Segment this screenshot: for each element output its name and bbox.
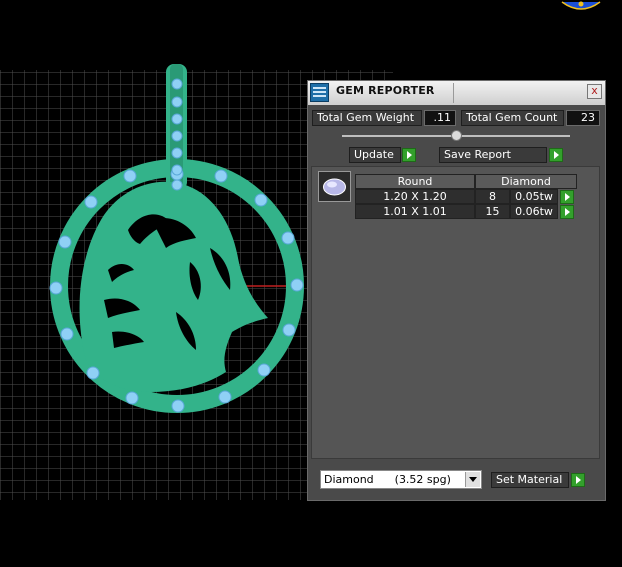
material-select[interactable]: Diamond (3.52 spg) [320, 470, 482, 489]
title-separator [453, 83, 454, 103]
gem-reporter-icon [310, 83, 329, 102]
gem-list: Round Diamond 1.20 X 1.20 8 0.05tw 1.01 … [311, 166, 600, 459]
set-material-button[interactable]: Set Material [491, 472, 569, 488]
row1-size: 1.20 X 1.20 [355, 189, 475, 204]
material-selected-value: Diamond (3.52 spg) [324, 473, 451, 486]
title-bar[interactable]: GEM REPORTER x [308, 81, 605, 105]
update-button[interactable]: Update [349, 147, 401, 163]
gem-thumbnail-icon[interactable] [318, 171, 351, 202]
gem-reporter-panel: GEM REPORTER x Total Gem Weight .11 Tota… [307, 80, 606, 501]
slider-knob[interactable] [450, 130, 462, 141]
total-gem-weight-label: Total Gem Weight [312, 110, 422, 126]
row2-weight: 0.06tw [510, 204, 558, 219]
row2-count: 15 [475, 204, 510, 219]
row1-count: 8 [475, 189, 510, 204]
total-gem-weight-value: .11 [424, 110, 456, 126]
row1-weight: 0.05tw [510, 189, 558, 204]
header-material: Diamond [475, 174, 577, 189]
row2-arrow-right-icon[interactable] [560, 205, 574, 219]
set-material-arrow-right-icon[interactable] [571, 473, 585, 487]
panel-title: GEM REPORTER [336, 84, 435, 97]
save-report-arrow-right-icon[interactable] [549, 148, 563, 162]
row2-size: 1.01 X 1.01 [355, 204, 475, 219]
row1-arrow-right-icon[interactable] [560, 190, 574, 204]
update-arrow-right-icon[interactable] [402, 148, 416, 162]
header-shape: Round [355, 174, 475, 189]
total-gem-count-value: 23 [566, 110, 600, 126]
close-icon[interactable]: x [587, 84, 602, 99]
total-gem-count-label: Total Gem Count [461, 110, 564, 126]
save-report-button[interactable]: Save Report [439, 147, 547, 163]
chevron-down-icon[interactable] [465, 472, 480, 487]
logo-icon [561, 1, 601, 10]
